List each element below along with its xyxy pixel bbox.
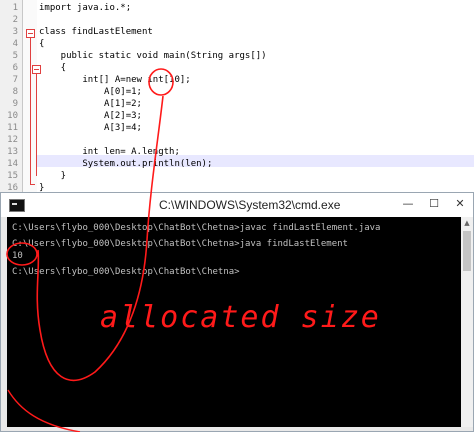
code-line[interactable]: class findLastElement (39, 26, 153, 38)
code-line[interactable]: System.out.println(len); (39, 158, 212, 170)
cmd-title-bar[interactable]: C:\WINDOWS\System32\cmd.exe — ☐ ✕ (1, 193, 473, 217)
code-editor[interactable]: 1 2 3 4 5 6 7 8 9 10 11 12 13 14 15 16 i… (0, 0, 474, 193)
line-number: 1 (12, 3, 18, 13)
line-number: 10 (7, 111, 18, 121)
console-line: C:\Users\flybo_000\Desktop\ChatBot\Chetn… (12, 239, 348, 249)
console-line: C:\Users\flybo_000\Desktop\ChatBot\Chetn… (12, 223, 381, 233)
code-line[interactable]: { (39, 38, 44, 50)
line-number: 3 (12, 27, 18, 37)
code-line[interactable]: } (39, 170, 66, 182)
code-line[interactable]: public static void main(String args[]) (39, 50, 267, 62)
line-number: 6 (12, 63, 18, 73)
console-prompt[interactable]: C:\Users\flybo_000\Desktop\ChatBot\Chetn… (12, 266, 240, 278)
cmd-title: C:\WINDOWS\System32\cmd.exe (159, 198, 341, 212)
line-number-gutter: 1 2 3 4 5 6 7 8 9 10 11 12 13 14 15 16 (0, 0, 23, 193)
fold-toggle-icon[interactable] (26, 29, 35, 38)
scrollbar[interactable]: ▲ (461, 217, 473, 427)
code-line[interactable]: import java.io.*; (39, 2, 131, 14)
code-line[interactable]: A[0]=1; (39, 86, 142, 98)
annotation-label: allocated size (100, 300, 381, 335)
scroll-thumb[interactable] (463, 231, 471, 271)
line-number: 11 (7, 123, 18, 133)
line-number: 4 (12, 39, 18, 49)
minimize-button[interactable]: — (399, 196, 417, 212)
fold-margin (23, 0, 41, 193)
code-line[interactable]: { (39, 62, 66, 74)
cmd-icon (9, 199, 25, 212)
line-number: 5 (12, 51, 18, 61)
code-line[interactable]: int len= A.length; (39, 146, 180, 158)
code-line[interactable]: A[3]=4; (39, 122, 142, 134)
line-number: 14 (7, 159, 18, 169)
code-line[interactable]: A[2]=3; (39, 110, 142, 122)
line-number: 2 (12, 15, 18, 25)
scroll-up-icon[interactable]: ▲ (461, 217, 473, 229)
fold-end (30, 184, 35, 185)
line-number: 12 (7, 135, 18, 145)
maximize-button[interactable]: ☐ (425, 196, 443, 212)
line-number: 8 (12, 87, 18, 97)
line-number: 15 (7, 171, 18, 181)
close-button[interactable]: ✕ (451, 196, 469, 212)
line-number: 7 (12, 75, 18, 85)
line-number: 9 (12, 99, 18, 109)
code-line[interactable]: int[] A=new int[10]; (39, 74, 190, 86)
fold-line (30, 38, 31, 184)
line-number: 13 (7, 147, 18, 157)
console-line: 10 (12, 251, 23, 261)
code-line[interactable]: A[1]=2; (39, 98, 142, 110)
